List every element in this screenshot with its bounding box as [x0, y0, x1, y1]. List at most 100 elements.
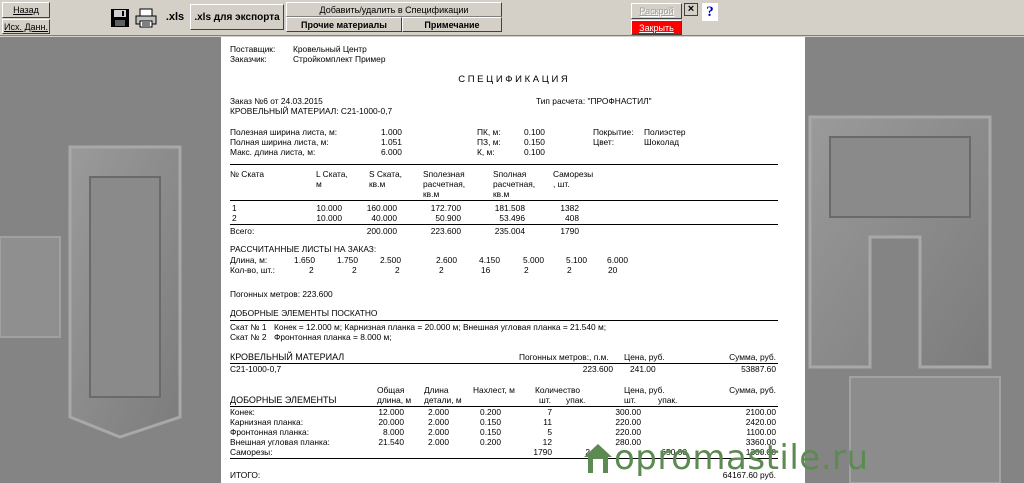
- slopes-total-screws: 1790: [560, 226, 579, 236]
- param-k-value: 0.100: [524, 147, 545, 157]
- help-icon[interactable]: ?: [702, 3, 718, 21]
- extras-title: ДОБОРНЫЕ ЭЛЕМЕНТЫ ПОСКАТНО: [230, 308, 378, 318]
- el-head-part-unit: детали, м: [424, 395, 462, 405]
- divider: [230, 363, 778, 364]
- sheet-qty: 2: [567, 265, 572, 275]
- param-color-value: Шоколад: [644, 137, 679, 147]
- other-materials-button[interactable]: Прочие материалы: [286, 17, 402, 32]
- el-head-total-unit: длина, м: [377, 395, 412, 405]
- add-remove-spec-button[interactable]: Добавить/удалить в Спецификации: [286, 2, 502, 17]
- sheet-qty: 2: [352, 265, 357, 275]
- slope-num: 1: [232, 203, 237, 213]
- sheets-qty-label: Кол-во, шт.:: [230, 265, 275, 275]
- xls-button[interactable]: .xls: [162, 4, 188, 30]
- mat-name: С21-1000-0,7: [230, 364, 282, 374]
- slope-l: 10.000: [316, 213, 342, 223]
- divider: [230, 320, 778, 321]
- param-color-label: Цвет:: [593, 137, 615, 147]
- el-head-part: Длина: [424, 385, 449, 395]
- slopes-total-suseful: 223.600: [430, 226, 461, 236]
- divider: [230, 164, 778, 165]
- sheet-length: 1.650: [294, 255, 315, 265]
- el-name: Конек:: [230, 407, 255, 417]
- slopes-head-l-unit: м: [316, 179, 322, 189]
- el-sum: 2100.00: [745, 407, 776, 417]
- param-max-length-label: Макс. длина листа, м:: [230, 147, 316, 157]
- divider: [230, 406, 778, 407]
- divider: [230, 200, 778, 201]
- source-data-button[interactable]: Исх. Данн.: [2, 19, 50, 34]
- back-button[interactable]: Назад: [2, 2, 50, 18]
- el-overlap: 0.150: [480, 427, 501, 437]
- el-sum: 2420.00: [745, 417, 776, 427]
- param-coating-label: Покрытие:: [593, 127, 634, 137]
- extras-slope2-label: Скат № 2: [230, 332, 267, 342]
- slopes-head-s-unit: кв.м: [369, 179, 386, 189]
- el-qty: 5: [547, 427, 552, 437]
- el-overlap: 0.150: [480, 417, 501, 427]
- mat-meters: 223.600: [582, 364, 613, 374]
- slope-num: 2: [232, 213, 237, 223]
- slopes-head-sfull: Sполная: [493, 169, 527, 179]
- sheet-qty: 2: [439, 265, 444, 275]
- mat-head-sum: Сумма, руб.: [729, 352, 776, 362]
- sheet-length: 1.750: [337, 255, 358, 265]
- el-head-overlap: Нахлест, м: [473, 385, 515, 395]
- slope-s: 160.000: [366, 203, 397, 213]
- print-icon[interactable]: [134, 6, 158, 30]
- note-button[interactable]: Примечание: [402, 17, 502, 32]
- el-part-length: 2.000: [428, 437, 449, 447]
- el-qty: 11: [543, 417, 552, 427]
- close-x-icon[interactable]: ×: [684, 3, 698, 16]
- slopes-head-suseful-unit: кв.м: [423, 189, 440, 199]
- slopes-head-sfull-2: расчетная,: [493, 179, 536, 189]
- slope-s: 40.000: [371, 213, 397, 223]
- el-head-price-pack: упак.: [658, 395, 678, 405]
- running-meters: Погонных метров: 223.600: [230, 289, 333, 299]
- el-total-length: 12.000: [378, 407, 404, 417]
- extras-slope1-label: Скат № 1: [230, 322, 267, 332]
- sheet-length: 2.500: [380, 255, 401, 265]
- house-icon: [584, 444, 612, 473]
- slope-sfull: 181.508: [494, 203, 525, 213]
- calc-type: Тип расчета: "ПРОФНАСТИЛ": [536, 96, 652, 106]
- customer-label: Заказчик:: [230, 54, 267, 64]
- extras-slope2: Фронтонная планка = 8.000 м;: [274, 332, 392, 342]
- param-pz-label: ПЗ, м:: [477, 137, 501, 147]
- total-label: ИТОГО:: [230, 470, 261, 480]
- el-head-qty: Количество: [535, 385, 580, 395]
- slope-suseful: 50.900: [435, 213, 461, 223]
- el-qty: 1790: [533, 447, 552, 457]
- sheet-length: 2.600: [436, 255, 457, 265]
- slope-sfull: 53.496: [499, 213, 525, 223]
- close-button[interactable]: Закрыть: [631, 20, 682, 35]
- sheet-length: 5.000: [523, 255, 544, 265]
- sheet-qty: 16: [481, 265, 491, 275]
- el-head-qty-pack: упак.: [566, 395, 586, 405]
- param-useful-width-value: 1.000: [381, 127, 402, 137]
- sheets-length-label: Длина, м:: [230, 255, 268, 265]
- el-head-sum: Сумма, руб.: [729, 385, 776, 395]
- xls-export-button[interactable]: .xls для экспорта: [190, 4, 284, 30]
- slopes-total-sfull: 235.004: [494, 226, 525, 236]
- watermark-text: opromastile.ru: [614, 438, 869, 478]
- spec-title: С П Е Ц И Ф И К А Ц И Я: [458, 74, 568, 85]
- sheet-qty: 2: [309, 265, 314, 275]
- el-price: 220.00: [615, 417, 641, 427]
- el-head-price-pcs: шт.: [624, 395, 636, 405]
- el-part-length: 2.000: [428, 407, 449, 417]
- divider: [230, 224, 778, 225]
- param-pk-label: ПК, м:: [477, 127, 501, 137]
- slopes-head-num: № Ската: [230, 169, 265, 179]
- sheets-title: РАССЧИТАННЫЕ ЛИСТЫ НА ЗАКАЗ:: [230, 244, 377, 254]
- save-icon[interactable]: [108, 6, 132, 30]
- param-useful-width-label: Полезная ширина листа, м:: [230, 127, 338, 137]
- el-head-price: Цена, руб.: [624, 385, 665, 395]
- layout-button[interactable]: Раскрой: [631, 3, 682, 19]
- el-part-length: 2.000: [428, 427, 449, 437]
- order-info: Заказ №6 от 24.03.2015: [230, 96, 323, 106]
- el-head-qty-pcs: шт.: [539, 395, 551, 405]
- slopes-head-s: S Ската,: [369, 169, 403, 179]
- sheet-length: 5.100: [566, 255, 587, 265]
- param-coating-value: Полиэстер: [644, 127, 686, 137]
